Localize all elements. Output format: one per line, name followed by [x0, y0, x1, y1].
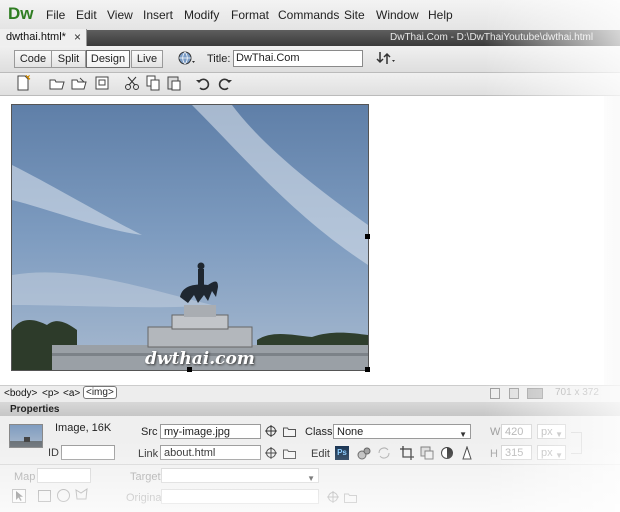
select-tool-icon[interactable]	[490, 388, 500, 399]
tag-a[interactable]: <a>	[63, 388, 80, 399]
crop-icon[interactable]	[400, 446, 414, 460]
monument-photo	[12, 105, 368, 370]
chevron-down-icon: ▼	[555, 451, 563, 460]
title-input[interactable]: DwThai.Com	[233, 50, 363, 67]
link-browse-folder-icon[interactable]	[283, 448, 296, 459]
tag-p[interactable]: <p>	[42, 388, 59, 399]
copy-icon[interactable]	[145, 75, 161, 91]
document-path: DwThai.Com - D:\DwThaiYoutube\dwthai.htm…	[390, 32, 594, 43]
map-label: Map	[14, 471, 36, 483]
browse-bridge-icon[interactable]	[71, 75, 87, 91]
menu-file[interactable]: File	[46, 8, 65, 22]
live-view-button[interactable]: Live	[131, 50, 163, 68]
image-info: Image, 16K	[55, 422, 112, 434]
undo-icon[interactable]	[195, 75, 211, 91]
original-point-to-file-icon[interactable]	[327, 491, 339, 503]
design-view-button[interactable]: Design	[86, 50, 130, 68]
menu-format[interactable]: Format	[231, 8, 269, 22]
brightness-contrast-icon[interactable]	[440, 446, 454, 460]
resize-handle-right[interactable]	[365, 234, 370, 239]
save-all-icon[interactable]	[94, 75, 110, 91]
link-label: Link	[138, 448, 159, 460]
original-label: Original	[126, 492, 164, 504]
circle-hotspot-tool-icon[interactable]	[57, 489, 70, 502]
tag-img[interactable]: <img>	[83, 386, 117, 399]
title-label: Title:	[207, 53, 231, 65]
close-tab-icon[interactable]: ×	[74, 30, 81, 44]
constrain-proportions-icon[interactable]	[571, 432, 582, 454]
height-input[interactable]: 315	[501, 445, 532, 460]
dreamweaver-logo: Dw	[8, 4, 34, 23]
split-view-button[interactable]: Split	[51, 50, 86, 68]
menu-insert[interactable]: Insert	[143, 8, 173, 22]
globe-preview-icon[interactable]	[178, 50, 195, 66]
class-select-value: None	[337, 426, 364, 438]
menu-site[interactable]: Site	[344, 8, 365, 22]
hand-tool-icon[interactable]	[509, 388, 519, 399]
rectangle-hotspot-tool-icon[interactable]	[38, 490, 51, 502]
height-unit-value: px	[541, 447, 553, 459]
new-document-icon[interactable]	[15, 74, 31, 91]
properties-header[interactable]	[0, 402, 620, 417]
width-label: W	[490, 426, 501, 438]
edit-label: Edit	[311, 448, 330, 460]
window-size-readout: 701 x 372	[555, 387, 599, 398]
pointer-hotspot-tool-icon[interactable]	[12, 489, 26, 503]
redo-icon[interactable]	[217, 75, 233, 91]
sharpen-icon[interactable]	[460, 445, 474, 460]
map-name-input[interactable]	[37, 468, 91, 483]
original-input[interactable]	[161, 489, 319, 504]
menu-help[interactable]: Help	[428, 8, 453, 22]
height-label: H	[490, 448, 498, 460]
standard-toolbar	[0, 73, 620, 96]
target-label: Target	[130, 471, 161, 483]
cut-icon[interactable]	[124, 75, 140, 91]
menu-window[interactable]: Window	[376, 8, 419, 22]
id-label: ID	[48, 447, 59, 459]
polygon-hotspot-tool-icon[interactable]	[75, 487, 89, 501]
browse-folder-icon[interactable]	[283, 426, 296, 437]
chevron-down-icon: ▼	[307, 474, 315, 483]
resize-handle-corner[interactable]	[365, 367, 370, 372]
menu-view[interactable]: View	[107, 8, 133, 22]
width-unit-value: px	[541, 426, 553, 438]
edit-image-settings-icon[interactable]	[357, 446, 371, 460]
resample-icon[interactable]	[420, 446, 434, 460]
document-tab-label: dwthai.html*	[6, 31, 66, 43]
open-folder-icon[interactable]	[49, 75, 65, 91]
id-input[interactable]	[61, 445, 115, 460]
chevron-down-icon: ▼	[459, 430, 467, 439]
src-label: Src	[141, 426, 158, 438]
properties-title: Properties	[10, 404, 60, 415]
panel-divider	[0, 464, 620, 465]
width-input[interactable]: 420	[501, 424, 532, 439]
link-input[interactable]: about.html	[160, 445, 261, 460]
point-to-file-icon[interactable]	[265, 425, 277, 437]
src-input[interactable]: my-image.jpg	[160, 424, 261, 439]
code-view-button[interactable]: Code	[14, 50, 52, 68]
menu-commands[interactable]: Commands	[278, 8, 339, 22]
link-point-to-file-icon[interactable]	[265, 447, 277, 459]
menu-edit[interactable]: Edit	[76, 8, 97, 22]
target-select[interactable]: ▼	[161, 468, 319, 483]
menu-modify[interactable]: Modify	[184, 8, 219, 22]
class-select[interactable]: None ▼	[333, 424, 471, 439]
tag-body[interactable]: <body>	[4, 388, 37, 399]
original-browse-folder-icon[interactable]	[344, 492, 357, 503]
window-size-icon[interactable]	[527, 388, 543, 399]
file-management-icon[interactable]	[376, 50, 396, 66]
width-unit-select[interactable]: px ▼	[537, 424, 566, 439]
watermark-text: dwthai.com	[145, 349, 255, 369]
vertical-scrollbar[interactable]	[604, 96, 620, 386]
paste-icon[interactable]	[166, 75, 182, 91]
update-from-original-icon[interactable]	[377, 446, 391, 460]
height-unit-select[interactable]: px ▼	[537, 445, 566, 460]
selected-image[interactable]	[11, 104, 369, 371]
class-label: Class	[305, 426, 333, 438]
chevron-down-icon: ▼	[555, 430, 563, 439]
photoshop-edit-icon[interactable]: Ps	[335, 446, 349, 460]
image-thumbnail	[9, 424, 43, 448]
